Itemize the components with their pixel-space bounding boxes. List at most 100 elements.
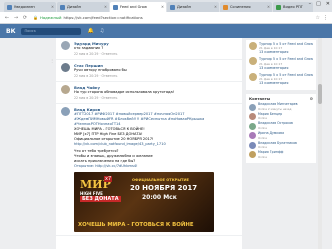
tab-close-icon[interactable]: ✕	[104, 5, 107, 9]
post-link[interactable]: http://vk.com/club_notfound_image/43_par…	[74, 142, 238, 147]
news-title[interactable]: Турнир 5 х 5 от Feed and Grow	[259, 57, 313, 61]
avatar	[249, 72, 257, 81]
music-icon[interactable]: ♫	[100, 28, 104, 34]
vk-favicon-icon	[170, 4, 175, 10]
site-favicon-icon	[223, 4, 228, 10]
contact-item[interactable]: Владислав Минчетарев Online 2 минуты наза…	[249, 103, 313, 111]
bookmark-star-icon[interactable]: ☆	[316, 15, 320, 21]
tab-label: Сочинения	[230, 5, 251, 9]
maximize-icon[interactable]: □	[316, 1, 321, 7]
banner-date: 20 НОЯБРЯ 2017	[130, 184, 198, 192]
tab-label: Дизайн	[177, 5, 191, 9]
back-arrow-icon[interactable]: ←	[4, 15, 10, 21]
comment-item: Эдуард Мичуру кто задаюник ? 22 мая в 20…	[56, 38, 242, 60]
avatar	[249, 113, 256, 121]
contact-status: Online	[258, 135, 268, 140]
news-item[interactable]: Турнир 5 х 5 от Feed and Grow 21 фев в 1…	[249, 57, 313, 70]
url-field[interactable]: 🔒 Надежный https://vk.com/feed?section=n…	[31, 13, 313, 22]
secure-label: Надежный	[39, 15, 62, 20]
vk-logo[interactable]: ВК	[6, 28, 15, 35]
tab-design[interactable]: Дизайн ✕	[57, 2, 109, 12]
banner-time: 20:00 Мск	[142, 194, 177, 201]
tab-close-icon[interactable]: ✕	[267, 5, 270, 9]
tab-label: Видео РПГ	[283, 5, 303, 9]
comment-meta[interactable]: 22 мая в 20:29 · Ответить	[74, 74, 238, 78]
tab-essays[interactable]: Сочинения ✕	[220, 2, 272, 12]
news-comments[interactable]: 13 комментария	[259, 81, 313, 85]
tab-design-2[interactable]: Дизайн ✕	[167, 2, 219, 12]
news-block: Турнир 5 х 5 от Feed and Grow 21 фев в 1…	[246, 40, 316, 91]
banner-no-donate: БЕЗ ДОНАТА	[80, 196, 121, 202]
avatar[interactable]	[61, 85, 70, 94]
contact-item[interactable]: Ирина Думкова Online	[249, 131, 313, 140]
tab-close-icon[interactable]: ✕	[161, 5, 164, 9]
contact-status: Online	[258, 126, 268, 130]
comment-item: Влад Чайку Но тур сторона обновадре испо…	[56, 82, 242, 104]
contact-status: Online	[258, 154, 268, 159]
vk-favicon-icon	[113, 4, 118, 10]
post-link[interactable]: Открытие: http://vk.cc/7dUhbms4!	[74, 164, 238, 169]
lock-icon: 🔒	[33, 15, 38, 20]
avatar	[249, 103, 256, 111]
comment-text: Ручи автору ппобровано бы	[74, 68, 127, 72]
news-item[interactable]: Турнир 5 х 5 от Feed and Grow 21 фев в 1…	[249, 42, 313, 54]
vk-favicon-icon	[7, 4, 12, 10]
page-scrollbar[interactable]	[318, 38, 322, 249]
comment-meta[interactable]: 22 мая в 20:29 · Ответить	[74, 96, 238, 100]
news-item[interactable]: Турнир 5 х 5 от Feed and Grow 21 фев в 1…	[249, 72, 313, 85]
scrollbar-thumb[interactable]	[318, 84, 322, 104]
contacts-block: Контакты ⚙ Владислав Минчетарев Online 2 …	[246, 94, 316, 163]
contacts-title: Контакты	[249, 96, 271, 102]
more-icon[interactable]: ⋮	[50, 58, 54, 63]
browser-menu-icon[interactable]: ⋮	[323, 15, 328, 21]
browser-tab-bar: Уведомлен ✕ Дизайн ✕ Feed and Grow ✕ Диз…	[0, 0, 332, 12]
avatar	[249, 42, 257, 50]
gear-icon[interactable]: ⚙	[310, 96, 313, 101]
right-column: Турнир 5 х 5 от Feed and Grow 21 фев в 1…	[246, 38, 316, 249]
contact-status: Online	[258, 145, 268, 150]
avatar	[249, 132, 256, 140]
post-banner-image[interactable]: МИР x7 HIGH FIVE БЕЗ ДОНАТА ОФИЦИАЛЬНОЕ …	[74, 172, 214, 232]
vk-favicon-icon	[60, 4, 65, 10]
address-bar: ← → ⟳ 🔒 Надежный https://vk.com/feed?sec…	[0, 12, 332, 24]
search-input[interactable]: Поиск	[21, 27, 82, 35]
tab-label: Feed and Grow	[120, 5, 147, 9]
comment-meta[interactable]: 22 мая в 20:29 · Ответить	[74, 52, 238, 56]
avatar[interactable]	[61, 107, 70, 116]
tab-close-icon[interactable]: ✕	[51, 5, 54, 9]
contact-item[interactable]: Мария Бенцер Online	[249, 112, 313, 121]
avatar[interactable]	[61, 41, 70, 50]
comment-text: Но тур сторона обновадре использовала кр…	[74, 90, 175, 94]
url-text: https://vk.com/feed?section=notification…	[63, 15, 143, 20]
close-window-icon[interactable]: ✕	[326, 1, 330, 7]
avatar	[249, 57, 257, 66]
contact-item[interactable]: Владислав Булатников Online	[249, 141, 313, 150]
contact-status: Online	[258, 116, 268, 121]
bell-icon[interactable]: 🔔	[87, 28, 93, 34]
feed-column: Эдуард Мичуру кто задаюник ? 22 мая в 20…	[56, 38, 242, 249]
tab-label: Дизайн	[67, 5, 81, 9]
site-favicon-icon	[276, 4, 281, 10]
news-comments[interactable]: 13 комментария	[259, 50, 313, 54]
minimize-icon[interactable]: –	[309, 1, 312, 7]
post-item: Влад Киров #ПГТ2017 #РИФ2017 #новыйсерве…	[56, 104, 242, 236]
avatar[interactable]	[61, 63, 70, 72]
reload-icon[interactable]: ⟳	[22, 15, 28, 21]
banner-opening: ОФИЦИАЛЬНОЕ ОТКРЫТИЕ	[132, 178, 189, 182]
contact-item[interactable]: Владислав Остроков Online	[249, 122, 313, 130]
tab-notifications[interactable]: Уведомлен ✕	[4, 2, 56, 12]
contact-item[interactable]: Мария Гринфф Online	[249, 151, 313, 159]
tab-label: Уведомлен	[14, 5, 35, 9]
tab-feed-and-grow[interactable]: Feed and Grow ✕	[110, 2, 166, 12]
forward-arrow-icon[interactable]: →	[13, 15, 19, 21]
tab-video[interactable]: Видео РПГ	[273, 2, 313, 12]
avatar	[249, 141, 256, 149]
contacts-header: Контакты ⚙	[249, 96, 313, 101]
banner-rate: x7	[104, 176, 113, 182]
news-comments[interactable]: 13 комментария	[259, 66, 313, 70]
avatar	[249, 151, 256, 159]
tab-close-icon[interactable]: ✕	[214, 5, 217, 9]
banner-slogan: ХОЧЕШЬ МИРА - ГОТОВЬСЯ К ВОЙНЕ	[78, 222, 194, 228]
avatar	[249, 122, 256, 130]
comment-text: кто задаюник ?	[74, 46, 104, 50]
